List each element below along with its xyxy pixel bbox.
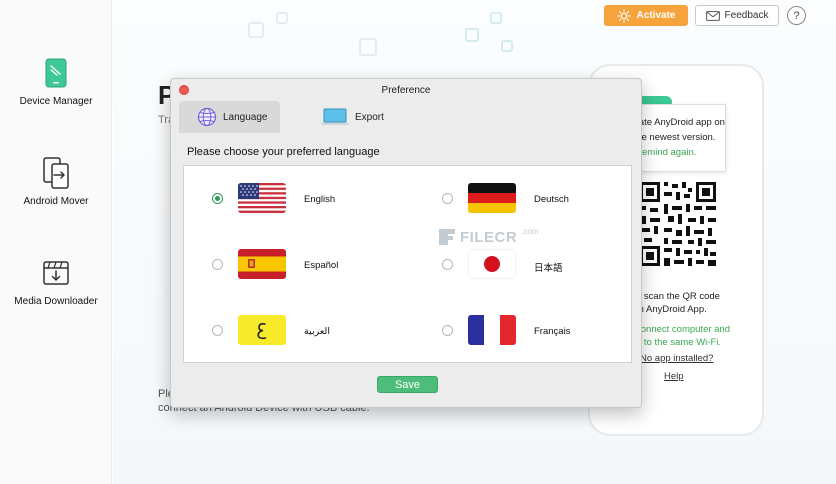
arabic-letter-icon — [238, 315, 286, 345]
sidebar-item-device-manager[interactable]: Device Manager — [0, 56, 112, 107]
decorative-square — [276, 12, 288, 24]
help-button[interactable]: ? — [787, 6, 806, 25]
language-option-arabic[interactable]: العربية — [184, 298, 404, 362]
language-prompt: Please choose your preferred language — [187, 146, 380, 158]
decorative-square — [359, 38, 377, 56]
german-flag-icon — [468, 183, 516, 213]
decorative-square — [465, 28, 479, 42]
watermark-logo-icon — [439, 229, 455, 245]
preference-dialog: Preference Language Export Please choose… — [170, 78, 642, 408]
tab-label: Export — [355, 111, 384, 123]
language-option-deutsch[interactable]: Deutsch — [414, 166, 633, 230]
wifi-hint-text: connect computer and — [636, 324, 731, 335]
qr-code — [638, 180, 718, 268]
decorative-square — [501, 40, 513, 52]
activate-button[interactable]: Activate — [604, 5, 688, 26]
sidebar-item-label: Media Downloader — [14, 296, 98, 307]
save-button[interactable]: Save — [377, 376, 438, 393]
transfer-icon — [41, 156, 71, 190]
watermark-text: FILECR — [460, 228, 518, 246]
sidebar: Device Manager Android Mover Media Downl… — [0, 0, 112, 484]
sidebar-item-media-downloader[interactable]: Media Downloader — [0, 256, 112, 307]
spanish-flag-icon — [238, 249, 286, 279]
language-name: 日本語 — [534, 263, 563, 274]
tab-label: Language — [223, 111, 268, 123]
radio-button[interactable] — [442, 259, 453, 270]
japanese-flag-icon — [468, 249, 516, 279]
wifi-hint-text: e to the same Wi-Fi. — [636, 337, 721, 348]
scan-qr-text: e scan the QR code — [636, 291, 720, 302]
activate-label: Activate — [636, 10, 676, 21]
sidebar-item-label: Android Mover — [23, 196, 89, 207]
decorative-square — [248, 22, 264, 38]
radio-button[interactable] — [442, 325, 453, 336]
no-app-installed-link[interactable]: No app installed? — [640, 352, 713, 365]
sun-icon — [616, 8, 631, 23]
scan-qr-text: th AnyDroid App. — [636, 304, 707, 315]
language-name: Español — [304, 260, 339, 271]
phone-icon — [41, 56, 71, 90]
language-option-english[interactable]: English — [184, 166, 404, 230]
tab-export[interactable]: Export — [303, 101, 403, 133]
decorative-square — [490, 12, 502, 24]
envelope-icon — [705, 10, 720, 21]
radio-button[interactable] — [212, 325, 223, 336]
language-list: English Deutsch Español 日本語 العربية Fran… — [183, 165, 632, 363]
sidebar-item-android-mover[interactable]: Android Mover — [0, 156, 112, 207]
help-link[interactable]: Help — [664, 370, 684, 383]
tab-language[interactable]: Language — [179, 101, 280, 133]
feedback-label: Feedback — [724, 10, 769, 21]
globe-icon — [197, 107, 217, 127]
download-icon — [41, 256, 71, 290]
radio-button[interactable] — [212, 259, 223, 270]
watermark: FILECR .com — [438, 226, 539, 246]
feedback-button[interactable]: Feedback — [695, 5, 779, 26]
language-name: English — [304, 194, 336, 205]
language-name: العربية — [304, 326, 330, 337]
language-option-espanol[interactable]: Español — [184, 232, 404, 296]
watermark-suffix: .com — [521, 226, 539, 236]
language-name: Français — [534, 326, 571, 337]
us-flag-icon — [238, 183, 286, 213]
language-option-francais[interactable]: Français — [414, 298, 633, 362]
dialog-title: Preference — [381, 85, 431, 96]
radio-button[interactable] — [212, 193, 223, 204]
sidebar-item-label: Device Manager — [19, 96, 93, 107]
laptop-icon — [321, 108, 349, 125]
radio-button[interactable] — [442, 193, 453, 204]
french-flag-icon — [468, 315, 516, 345]
language-name: Deutsch — [534, 194, 569, 205]
